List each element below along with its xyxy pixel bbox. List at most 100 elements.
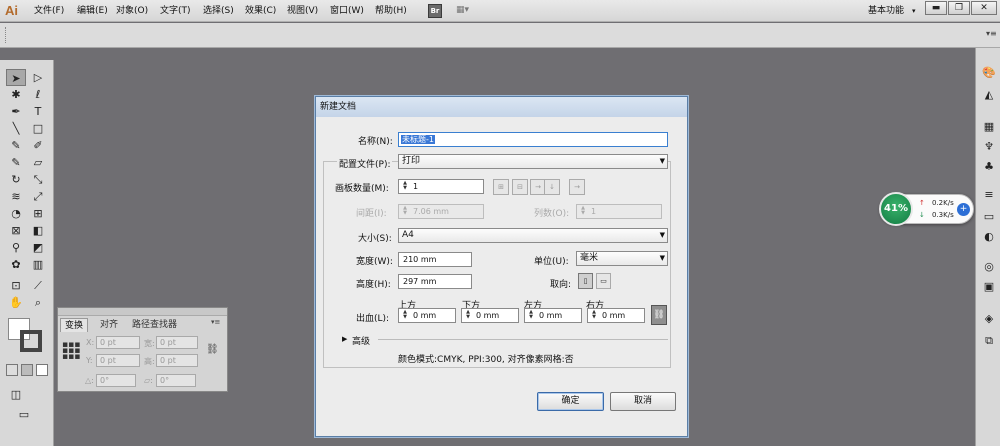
menu-object[interactable]: 对象(O)	[116, 0, 148, 22]
size-select[interactable]: A4 ▼	[398, 228, 668, 243]
layers-icon[interactable]: ◈	[980, 310, 998, 328]
scale-icon[interactable]: ⤡	[28, 171, 48, 188]
hand-icon[interactable]: ✋	[6, 294, 26, 311]
menu-select[interactable]: 选择(S)	[203, 0, 234, 22]
spinner-icon[interactable]: ▲ ▼	[400, 181, 410, 192]
artboards-icon[interactable]: ⧉	[980, 332, 998, 350]
shear-input[interactable]: 0°	[156, 374, 196, 387]
menu-view[interactable]: 视图(V)	[287, 0, 318, 22]
minimize-button[interactable]: ▬	[925, 1, 947, 15]
constrain-proportions-icon[interactable]: ⛓	[206, 344, 219, 355]
spinner-icon[interactable]: ▲ ▼	[526, 310, 536, 321]
h-input[interactable]: 0 pt	[156, 354, 198, 367]
columns-input[interactable]: ▲ ▼ 1	[576, 204, 662, 219]
panel-title-bar[interactable]	[58, 308, 227, 316]
direct-selection-tool-icon[interactable]: ▷	[28, 69, 48, 86]
color-mode-icon[interactable]	[6, 364, 18, 376]
artboard-icon[interactable]: ⊡	[6, 277, 26, 294]
units-select[interactable]: 毫米 ▼	[576, 251, 668, 266]
close-button[interactable]: ✕	[971, 1, 997, 15]
menu-help[interactable]: 帮助(H)	[375, 0, 407, 22]
tab-align[interactable]: 对齐	[96, 318, 122, 332]
add-icon[interactable]: +	[957, 203, 970, 216]
width-tool-icon[interactable]: ≋	[6, 188, 26, 205]
free-transform-icon[interactable]: ⤢	[28, 188, 48, 205]
selection-tool-icon[interactable]: ➤	[6, 69, 26, 86]
none-mode-icon[interactable]	[36, 364, 48, 376]
graphic-styles-icon[interactable]: ▣	[980, 278, 998, 296]
gradient-panel-icon[interactable]: ▭	[980, 208, 998, 226]
bleed-right-input[interactable]: ▲ ▼ 0 mm	[587, 308, 645, 323]
rotate-input[interactable]: 0°	[96, 374, 136, 387]
line-tool-icon[interactable]: ╲	[6, 120, 26, 137]
paintbrush-icon[interactable]: ✎	[6, 137, 26, 154]
spacing-input[interactable]: ▲ ▼ 7.06 mm	[398, 204, 484, 219]
gradient-mode-icon[interactable]	[21, 364, 33, 376]
profile-select[interactable]: 打印 ▼	[398, 154, 668, 169]
symbols-icon[interactable]: ♣	[980, 158, 998, 176]
pencil-icon[interactable]: ✐	[28, 137, 48, 154]
cancel-button[interactable]: 取消	[610, 392, 676, 411]
blob-brush-icon[interactable]: ✎	[6, 154, 26, 171]
zoom-icon[interactable]: ⌕	[28, 294, 48, 311]
bridge-button[interactable]: Br	[428, 4, 442, 18]
symbol-sprayer-icon[interactable]: ✿	[6, 256, 26, 273]
perspective-grid-icon[interactable]: ⊞	[28, 205, 48, 222]
width-input[interactable]: 210 mm	[398, 252, 472, 267]
workspace-dropdown-icon[interactable]: ▾	[912, 0, 916, 22]
type-tool-icon[interactable]: T	[28, 103, 48, 120]
rotate-icon[interactable]: ↻	[6, 171, 26, 188]
link-bleed-icon[interactable]: ⛓	[651, 305, 667, 325]
eraser-icon[interactable]: ▱	[28, 154, 48, 171]
mesh-icon[interactable]: ⊠	[6, 222, 26, 239]
height-input[interactable]: 297 mm	[398, 274, 472, 289]
color-icon[interactable]: ◭	[980, 86, 998, 104]
w-input[interactable]: 0 pt	[156, 336, 198, 349]
advanced-toggle[interactable]: 高级	[352, 334, 370, 347]
menu-type[interactable]: 文字(T)	[160, 0, 191, 22]
spinner-icon[interactable]: ▲ ▼	[589, 310, 599, 321]
document-name-input[interactable]: 未标题-1	[398, 132, 668, 147]
panel-menu-icon[interactable]: ▾≡	[211, 318, 220, 326]
transparency-icon[interactable]: ◐	[980, 228, 998, 246]
spinner-icon[interactable]: ▲ ▼	[463, 310, 473, 321]
menu-effect[interactable]: 效果(C)	[245, 0, 276, 22]
draw-mode-icon[interactable]: ◫	[6, 386, 26, 403]
portrait-button[interactable]: ▯	[578, 273, 593, 289]
screen-mode-icon[interactable]: ▭	[14, 406, 34, 423]
control-bar-menu-icon[interactable]: ▾≡	[986, 29, 997, 38]
restore-button[interactable]: ❐	[948, 1, 970, 15]
network-speed-widget[interactable]: 41% ↑ 0.2K/s ↓ 0.3K/s +	[879, 192, 974, 226]
brushes-icon[interactable]: ♆	[980, 138, 998, 156]
landscape-button[interactable]: ▭	[596, 273, 611, 289]
workspace-switcher[interactable]: 基本功能	[868, 0, 904, 22]
color-guide-icon[interactable]: 🎨	[980, 64, 998, 82]
tab-transform[interactable]: 变换	[60, 318, 89, 332]
column-graph-icon[interactable]: ▥	[28, 256, 48, 273]
shape-builder-icon[interactable]: ◔	[6, 205, 26, 222]
menu-window[interactable]: 窗口(W)	[330, 0, 364, 22]
control-bar-grip[interactable]	[5, 27, 7, 43]
bleed-top-input[interactable]: ▲ ▼ 0 mm	[398, 308, 456, 323]
expand-arrow-icon[interactable]: ▶	[342, 335, 347, 343]
appearance-icon[interactable]: ◎	[980, 258, 998, 276]
y-input[interactable]: 0 pt	[96, 354, 140, 367]
menu-edit[interactable]: 编辑(E)	[77, 0, 108, 22]
blend-icon[interactable]: ◩	[28, 239, 48, 256]
gradient-icon[interactable]: ◧	[28, 222, 48, 239]
stroke-swatch[interactable]	[20, 330, 42, 352]
swatches-icon[interactable]: ▦	[980, 118, 998, 136]
eyedropper-icon[interactable]: ⚲	[6, 239, 26, 256]
slice-icon[interactable]: ⟋	[28, 277, 48, 294]
tab-pathfinder[interactable]: 路径查找器	[128, 318, 181, 332]
bleed-bottom-input[interactable]: ▲ ▼ 0 mm	[461, 308, 519, 323]
stroke-icon[interactable]: ≡	[980, 186, 998, 204]
spinner-icon[interactable]: ▲ ▼	[400, 310, 410, 321]
bleed-left-input[interactable]: ▲ ▼ 0 mm	[524, 308, 582, 323]
rectangle-tool-icon[interactable]: □	[28, 120, 48, 137]
artboards-input[interactable]: ▲ ▼ 1	[398, 179, 484, 194]
ok-button[interactable]: 确定	[537, 392, 604, 411]
magic-wand-icon[interactable]: ✱	[6, 86, 26, 103]
reference-point-icon[interactable]: ▪▪▪ ▪▪▪ ▪▪▪	[62, 341, 80, 362]
arrange-documents-icon[interactable]: ▦▾	[456, 5, 478, 17]
